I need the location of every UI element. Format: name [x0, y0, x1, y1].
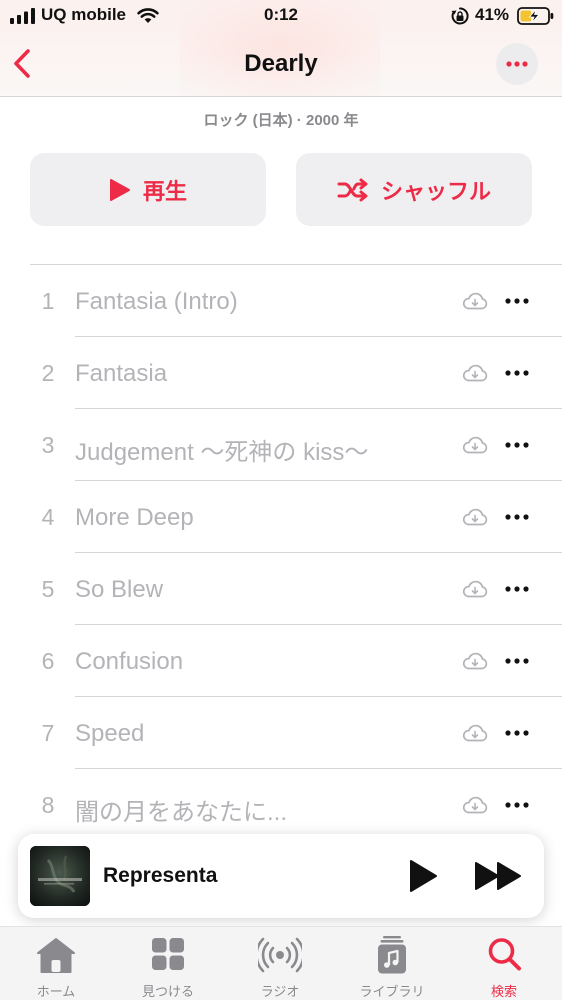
track-number: 7: [41, 720, 55, 746]
track-row[interactable]: 3 Judgement 〜死神の kiss〜: [0, 409, 562, 481]
tab-label: ラジオ: [260, 984, 300, 999]
play-button[interactable]: 再生: [30, 153, 266, 226]
play-button-label: 再生: [142, 178, 187, 204]
ellipsis-icon[interactable]: [502, 653, 532, 669]
ellipsis-icon: [506, 61, 528, 67]
library-icon: [378, 936, 406, 974]
shuffle-icon: [337, 178, 368, 201]
now-playing-title: Representa: [103, 864, 218, 887]
rotation-lock-icon: [451, 7, 469, 25]
tab-label: 検索: [490, 984, 517, 999]
track-number: 5: [41, 576, 55, 602]
nav-divider: [0, 96, 562, 97]
track-number: 3: [41, 432, 55, 458]
tab-home[interactable]: ホーム: [0, 927, 112, 1000]
track-title: More Deep: [75, 504, 194, 531]
radio-icon: [258, 937, 302, 973]
ellipsis-icon[interactable]: [502, 293, 532, 309]
track-title: Fantasia (Intro): [75, 288, 238, 315]
ellipsis-icon[interactable]: [502, 581, 532, 597]
track-title: Fantasia: [75, 360, 168, 387]
cloud-download-icon[interactable]: [462, 436, 488, 454]
track-number: 2: [41, 360, 55, 386]
ellipsis-icon[interactable]: [502, 725, 532, 741]
track-row[interactable]: 1 Fantasia (Intro): [0, 265, 562, 337]
play-icon[interactable]: [406, 858, 440, 894]
cloud-download-icon[interactable]: [462, 580, 488, 598]
home-icon: [37, 938, 75, 973]
track-number: 1: [41, 288, 55, 314]
page-title: Dearly: [244, 50, 318, 77]
track-row[interactable]: 6 Confusion: [0, 625, 562, 697]
album-artwork: [30, 846, 90, 906]
cloud-download-icon[interactable]: [462, 652, 488, 670]
track-title: Confusion: [75, 648, 184, 675]
ellipsis-icon[interactable]: [502, 509, 532, 525]
tab-label: 見つける: [141, 984, 194, 999]
mini-player[interactable]: Representa: [18, 834, 544, 918]
ellipsis-icon[interactable]: [502, 437, 532, 453]
track-row[interactable]: 4 More Deep: [0, 481, 562, 553]
cloud-download-icon[interactable]: [462, 796, 488, 814]
track-row[interactable]: 7 Speed: [0, 697, 562, 769]
shuffle-button[interactable]: シャッフル: [296, 153, 532, 226]
tab-label: ホーム: [36, 984, 76, 999]
tab-search[interactable]: 検索: [448, 927, 560, 1000]
track-row[interactable]: 2 Fantasia: [0, 337, 562, 409]
tab-radio[interactable]: ラジオ: [224, 927, 336, 1000]
track-row[interactable]: 5 So Blew: [0, 553, 562, 625]
ellipsis-icon[interactable]: [502, 797, 532, 813]
battery-percentage: 41%: [475, 5, 510, 24]
ellipsis-icon[interactable]: [502, 365, 532, 381]
track-title: Speed: [75, 720, 145, 747]
track-title: So Blew: [75, 576, 164, 603]
battery-charging-icon: [517, 7, 554, 25]
tab-browse[interactable]: 見つける: [112, 927, 224, 1000]
album-genre-year: ロック (日本) · 2000 年: [203, 112, 359, 129]
status-bar: UQ mobile 0:12 41%: [0, 0, 562, 32]
search-icon: [488, 938, 521, 971]
track-title: Judgement 〜死神の kiss〜: [75, 439, 369, 466]
shuffle-button-label: シャッフル: [380, 178, 491, 204]
track-row[interactable]: 8 闇の月をあなたに...: [0, 769, 562, 841]
track-number: 8: [41, 792, 55, 818]
play-icon: [109, 178, 130, 201]
tab-library[interactable]: ライブラリ: [336, 927, 448, 1000]
track-number: 6: [41, 648, 55, 674]
cloud-download-icon[interactable]: [462, 364, 488, 382]
cloud-download-icon[interactable]: [462, 292, 488, 310]
cloud-download-icon[interactable]: [462, 724, 488, 742]
more-options-button[interactable]: [496, 43, 538, 85]
tab-bar: ホーム 見つける ラジオ ライブラリ 検索: [0, 926, 562, 1000]
track-number: 4: [41, 504, 55, 530]
tab-label: ライブラリ: [359, 984, 425, 999]
track-title: 闇の月をあなたに...: [75, 799, 288, 826]
cloud-download-icon[interactable]: [462, 508, 488, 526]
fast-forward-icon[interactable]: [474, 860, 524, 892]
grid-icon: [152, 938, 184, 970]
